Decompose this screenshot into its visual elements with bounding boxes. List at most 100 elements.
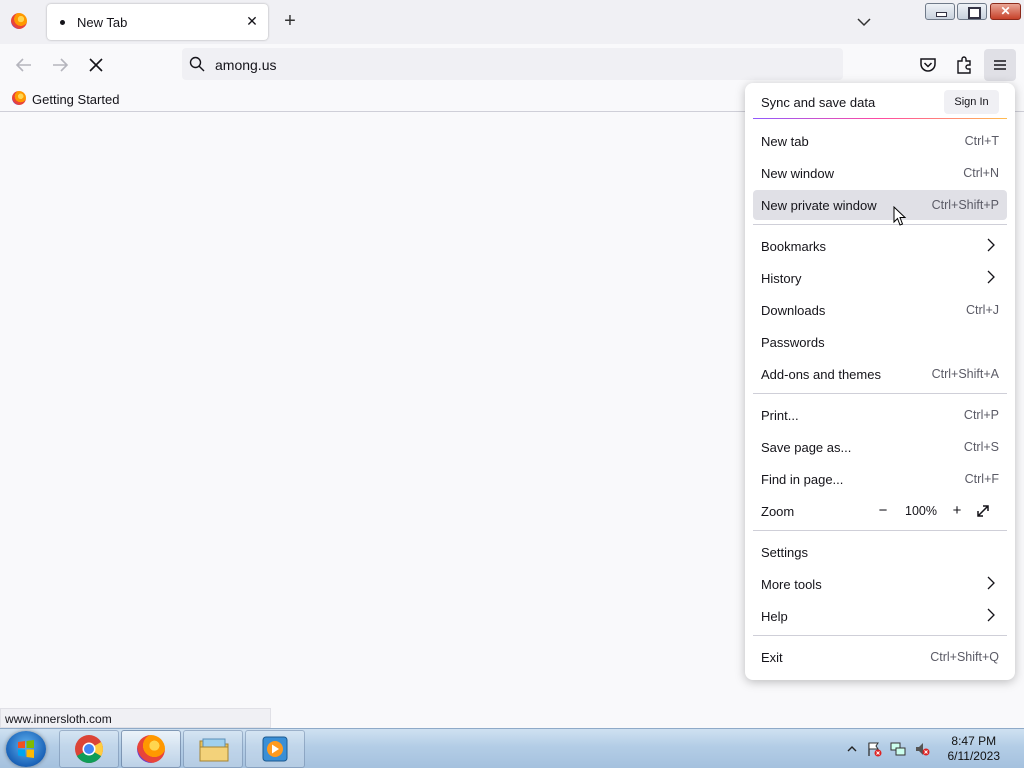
pocket-icon[interactable] xyxy=(916,53,940,77)
menu-item-label: Exit xyxy=(761,650,783,665)
windows-logo-icon xyxy=(18,740,34,758)
window-restore-button[interactable] xyxy=(957,3,987,20)
menu-item-help[interactable]: Help xyxy=(753,601,1007,631)
tab-close-icon[interactable]: ✕ xyxy=(244,13,260,29)
clock-date: 6/11/2023 xyxy=(947,749,1001,763)
url-text[interactable]: among.us xyxy=(215,57,276,73)
tab-new-tab[interactable]: New Tab ✕ xyxy=(47,4,268,40)
chevron-right-icon xyxy=(987,608,995,622)
menu-item-zoom: Zoom − 100% + xyxy=(753,496,1007,526)
menu-item-new-window[interactable]: New window Ctrl+N xyxy=(753,158,1007,188)
hamburger-menu-icon xyxy=(994,60,1006,70)
status-link-url: www.innersloth.com xyxy=(0,708,271,728)
menu-item-find-in-page[interactable]: Find in page... Ctrl+F xyxy=(753,464,1007,494)
menu-item-label: Help xyxy=(761,609,788,624)
tab-title: New Tab xyxy=(77,15,128,30)
menu-item-label: History xyxy=(761,271,802,286)
menu-item-passwords[interactable]: Passwords xyxy=(753,327,1007,357)
menu-item-exit[interactable]: Exit Ctrl+Shift+Q xyxy=(753,642,1007,672)
bookmark-label: Getting Started xyxy=(32,92,120,107)
forward-arrow-icon[interactable] xyxy=(48,53,72,77)
menu-item-label: New window xyxy=(761,166,834,181)
menu-item-label: Save page as... xyxy=(761,440,852,455)
menu-separator xyxy=(753,224,1007,225)
window-close-button[interactable] xyxy=(990,3,1021,20)
system-clock[interactable]: 8:47 PM 6/11/2023 xyxy=(948,734,1001,764)
menu-item-shortcut: Ctrl+N xyxy=(963,166,999,180)
new-tab-button[interactable]: + xyxy=(280,11,300,31)
menu-item-label: Passwords xyxy=(761,335,825,350)
menu-item-label: Add-ons and themes xyxy=(761,367,881,382)
show-hidden-icons-icon[interactable] xyxy=(844,741,860,757)
menu-separator xyxy=(753,393,1007,394)
mouse-pointer-icon xyxy=(893,206,907,226)
firefox-view-icon[interactable] xyxy=(11,13,27,29)
zoom-out-button[interactable]: − xyxy=(873,501,893,521)
list-all-tabs-icon[interactable] xyxy=(855,13,873,31)
menu-item-label: Zoom xyxy=(761,504,795,519)
chevron-right-icon xyxy=(987,270,995,284)
tab-loading-dot-icon xyxy=(60,20,65,25)
application-menu-panel: Sync and save data Sign In New tab Ctrl+… xyxy=(745,83,1015,680)
menu-item-shortcut: Ctrl+S xyxy=(963,440,999,454)
menu-item-label: Bookmarks xyxy=(761,239,827,254)
menu-item-label: More tools xyxy=(761,577,822,592)
menu-item-label: Print... xyxy=(761,408,799,423)
menu-item-new-private-window[interactable]: New private window Ctrl+Shift+P xyxy=(753,190,1007,220)
menu-item-new-tab[interactable]: New tab Ctrl+T xyxy=(753,126,1007,156)
open-application-menu-button[interactable] xyxy=(984,49,1016,81)
sync-row: Sync and save data Sign In xyxy=(753,89,1007,119)
menu-item-bookmarks[interactable]: Bookmarks xyxy=(753,231,1007,261)
taskbar-media-player[interactable] xyxy=(245,730,305,768)
volume-muted-icon[interactable] xyxy=(914,741,930,757)
menu-item-shortcut: Ctrl+Shift+A xyxy=(931,367,999,381)
menu-item-label: Downloads xyxy=(761,303,826,318)
menu-item-save-page-as[interactable]: Save page as... Ctrl+S xyxy=(753,432,1007,462)
windows-taskbar: 8:47 PM 6/11/2023 xyxy=(0,728,1024,768)
menu-item-label: New private window xyxy=(761,198,877,213)
chevron-right-icon xyxy=(987,576,995,590)
stop-loading-icon[interactable] xyxy=(84,53,108,77)
chrome-icon xyxy=(75,735,103,763)
fullscreen-icon[interactable] xyxy=(975,503,991,519)
zoom-in-button[interactable]: + xyxy=(947,501,967,521)
menu-separator xyxy=(753,635,1007,636)
menu-item-addons-and-themes[interactable]: Add-ons and themes Ctrl+Shift+A xyxy=(753,359,1007,389)
action-center-flag-icon[interactable] xyxy=(866,741,882,757)
window-minimize-button[interactable] xyxy=(925,3,955,20)
chevron-right-icon xyxy=(987,238,995,252)
menu-item-shortcut: Ctrl+Shift+Q xyxy=(930,650,999,664)
extensions-puzzle-icon[interactable] xyxy=(952,53,976,77)
start-button[interactable] xyxy=(6,731,46,767)
menu-item-shortcut: Ctrl+P xyxy=(963,408,999,422)
menu-item-history[interactable]: History xyxy=(753,263,1007,293)
menu-item-label: Settings xyxy=(761,545,808,560)
menu-item-shortcut: Ctrl+J xyxy=(966,303,999,317)
search-icon xyxy=(189,56,205,72)
zoom-controls: − 100% + xyxy=(873,501,999,521)
navigation-toolbar: among.us xyxy=(0,44,1024,86)
sync-label: Sync and save data xyxy=(761,95,876,110)
menu-item-label: Find in page... xyxy=(761,472,844,487)
network-icon[interactable] xyxy=(890,741,906,757)
taskbar-firefox[interactable] xyxy=(121,730,181,768)
menu-item-label: New tab xyxy=(761,134,809,149)
sign-in-button[interactable]: Sign In xyxy=(944,90,999,114)
folder-icon xyxy=(199,738,229,762)
menu-item-shortcut: Ctrl+T xyxy=(964,134,999,148)
taskbar-file-explorer[interactable] xyxy=(183,730,243,768)
media-player-icon xyxy=(262,736,288,762)
menu-item-settings[interactable]: Settings xyxy=(753,537,1007,567)
address-bar[interactable]: among.us xyxy=(182,48,843,80)
menu-separator xyxy=(753,530,1007,531)
menu-item-downloads[interactable]: Downloads Ctrl+J xyxy=(753,295,1007,325)
tab-strip: New Tab ✕ + xyxy=(0,0,1024,44)
firefox-bookmark-icon xyxy=(12,91,26,105)
zoom-level[interactable]: 100% xyxy=(905,504,937,518)
menu-item-shortcut: Ctrl+Shift+P xyxy=(931,198,999,212)
taskbar-chrome[interactable] xyxy=(59,730,119,768)
menu-item-print[interactable]: Print... Ctrl+P xyxy=(753,400,1007,430)
clock-time: 8:47 PM xyxy=(951,734,997,748)
menu-item-more-tools[interactable]: More tools xyxy=(753,569,1007,599)
back-arrow-icon[interactable] xyxy=(12,53,36,77)
